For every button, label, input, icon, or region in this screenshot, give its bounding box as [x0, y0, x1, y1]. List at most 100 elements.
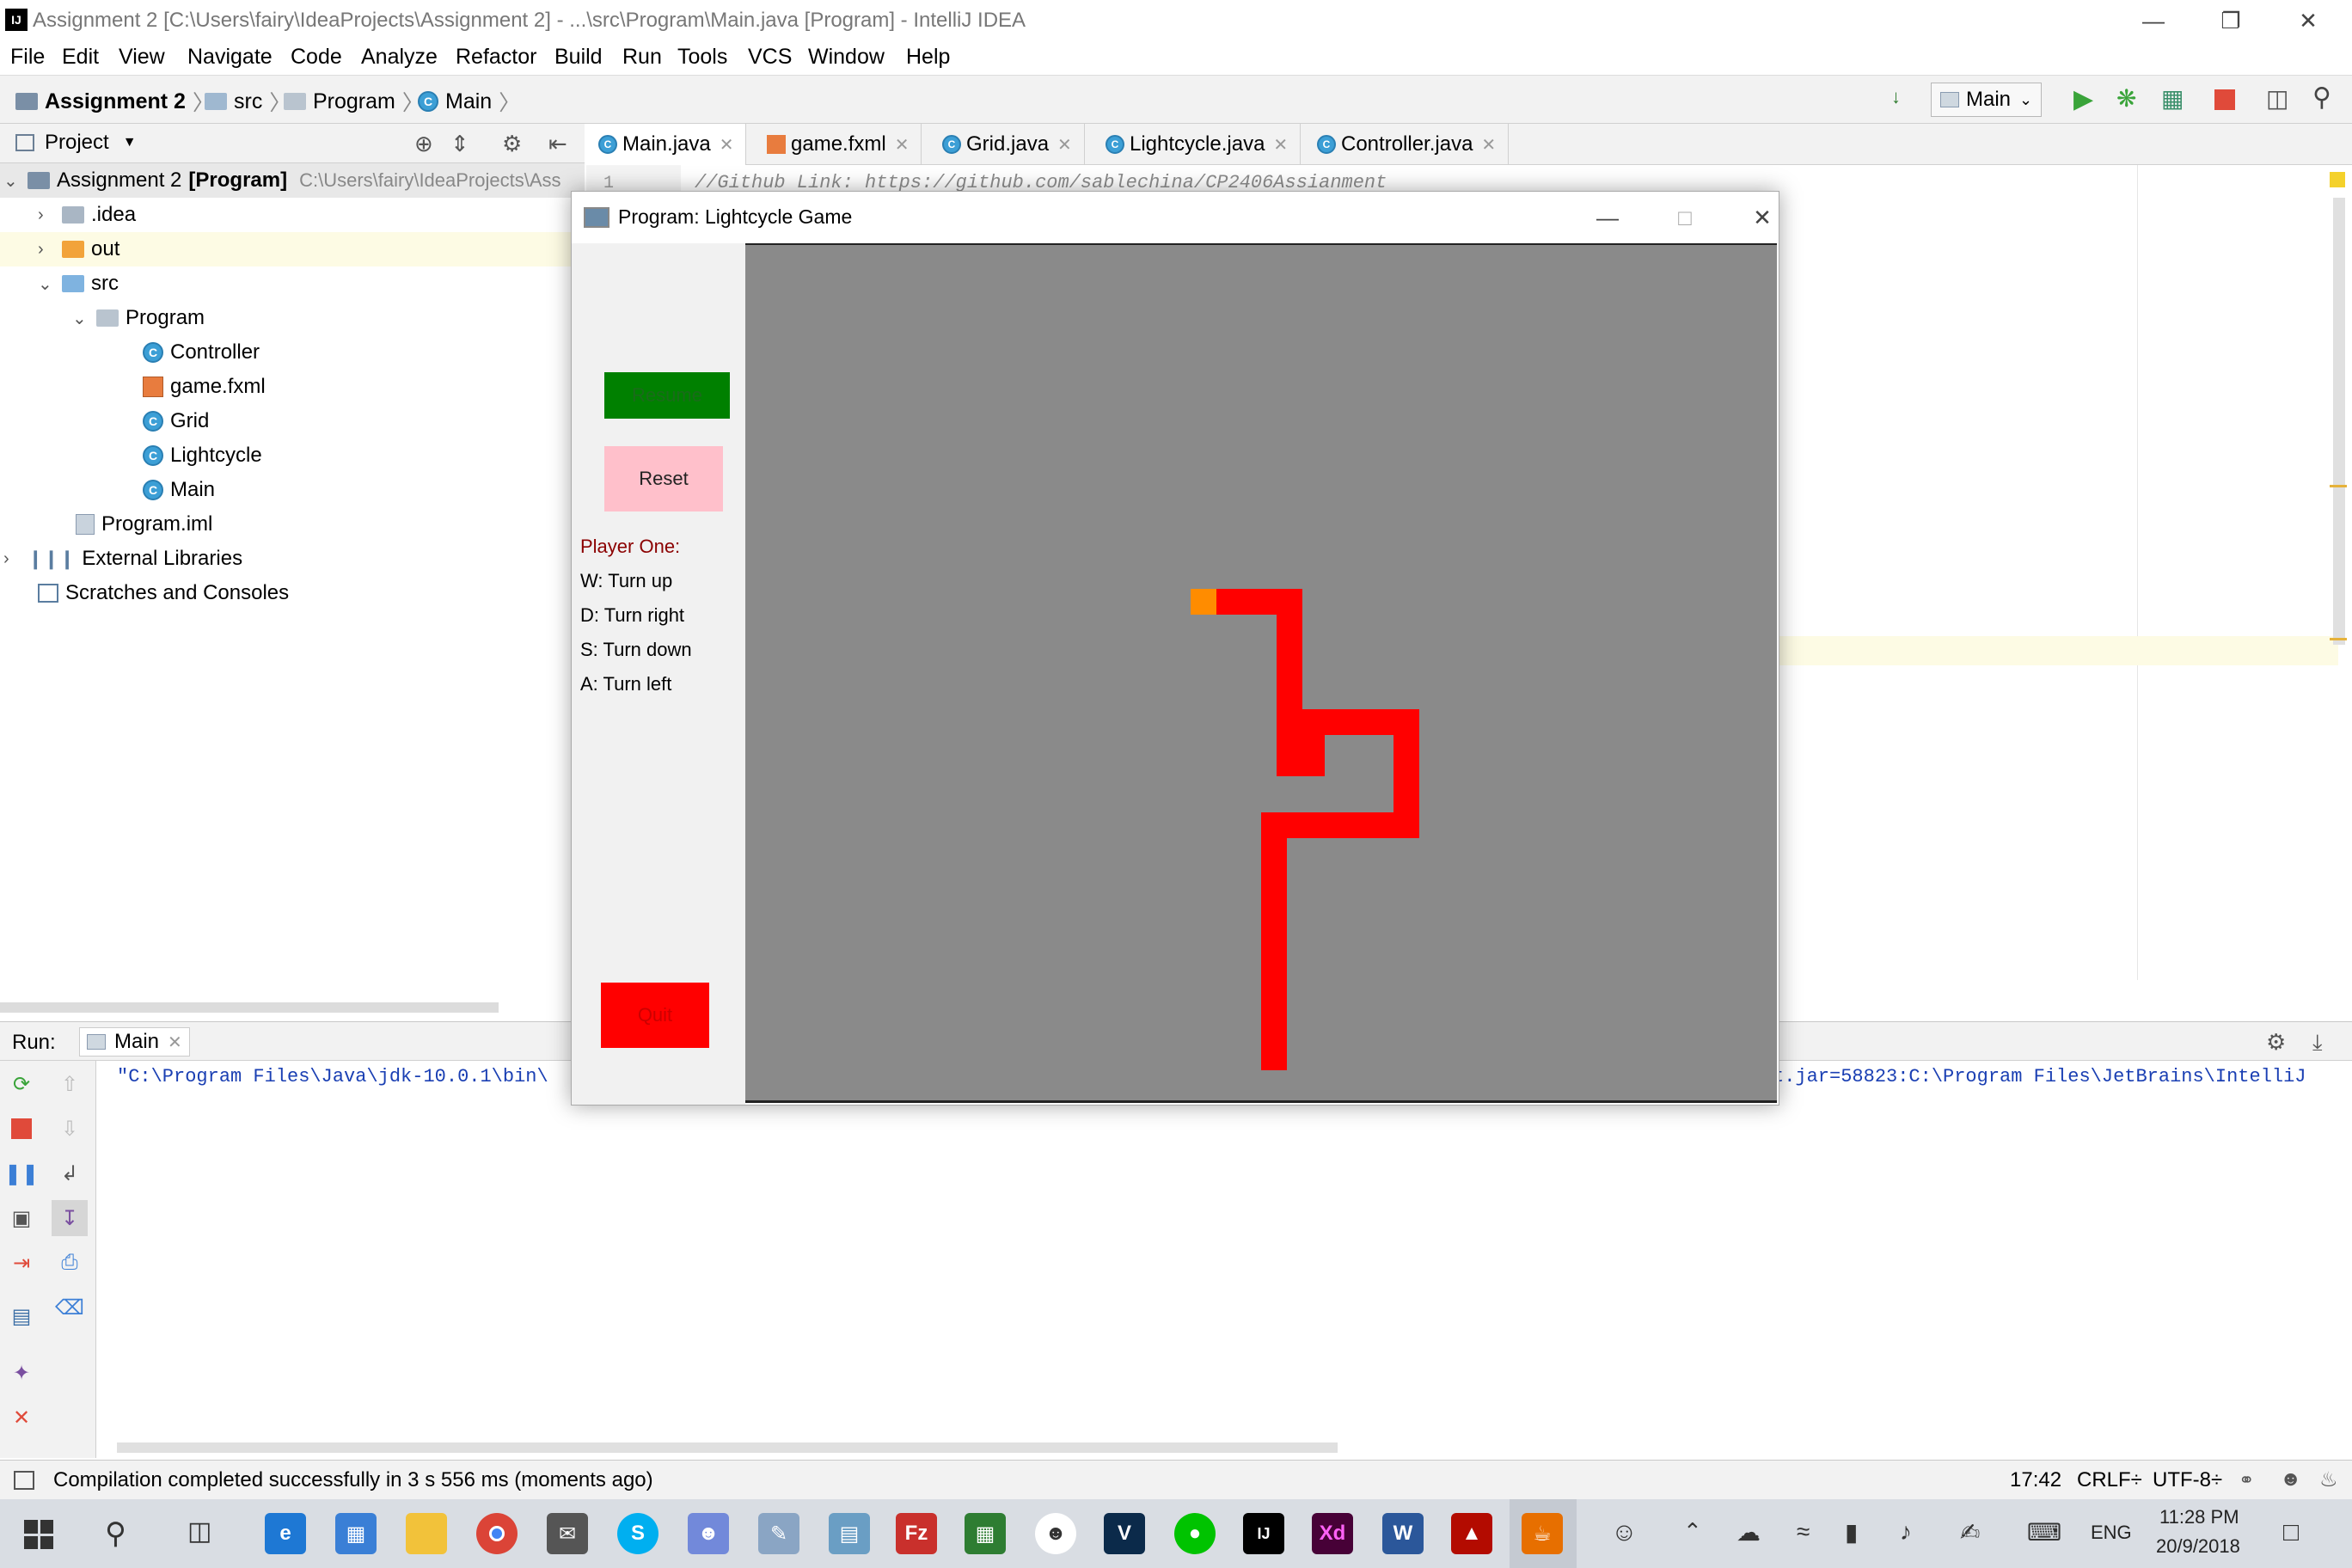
- mail-icon[interactable]: ✉: [547, 1513, 588, 1554]
- menu-analyze[interactable]: Analyze: [361, 45, 438, 70]
- language-indicator[interactable]: ENG: [2091, 1522, 2132, 1544]
- menu-help[interactable]: Help: [906, 45, 950, 70]
- vegas-icon[interactable]: V: [1104, 1513, 1145, 1554]
- intellij-icon[interactable]: IJ: [1243, 1513, 1284, 1554]
- menu-tools[interactable]: Tools: [677, 45, 727, 70]
- acrobat-icon[interactable]: ▲: [1451, 1513, 1492, 1554]
- minimize-icon[interactable]: —: [1577, 200, 1638, 235]
- game-canvas[interactable]: [745, 243, 1777, 1103]
- tree-item-program[interactable]: ⌄ Program: [72, 301, 205, 335]
- tree-item-scratches[interactable]: Scratches and Consoles: [38, 576, 289, 610]
- close-icon[interactable]: ✕: [9, 1405, 34, 1430]
- close-tab-icon[interactable]: ✕: [720, 134, 734, 156]
- tab-main-java[interactable]: C Main.java ✕: [586, 124, 747, 165]
- stop-icon[interactable]: [2214, 89, 2235, 110]
- discord-icon[interactable]: ☻: [688, 1513, 729, 1554]
- caret-position[interactable]: 17:42: [2010, 1468, 2061, 1492]
- project-view-selector[interactable]: Project ▼: [15, 131, 137, 155]
- close-tab-icon[interactable]: ✕: [1481, 134, 1496, 156]
- project-structure-icon[interactable]: ◫: [2266, 84, 2288, 113]
- debug-icon[interactable]: ❋: [2116, 84, 2136, 113]
- run-config-select[interactable]: Main ⌄: [1931, 83, 2043, 117]
- tree-item-main[interactable]: C Main: [143, 473, 215, 507]
- skype-icon[interactable]: S: [617, 1513, 658, 1554]
- people-icon[interactable]: ☺: [1611, 1518, 1638, 1547]
- search-icon[interactable]: ⚲: [2312, 83, 2331, 113]
- tab-game-fxml[interactable]: game.fxml ✕: [755, 124, 922, 165]
- toggle-tool-windows-icon[interactable]: [14, 1471, 34, 1490]
- print-icon[interactable]: ⎙: [57, 1250, 83, 1276]
- close-icon[interactable]: ✕: [1732, 200, 1792, 235]
- locate-icon[interactable]: ⊕: [414, 131, 433, 157]
- minimize-icon[interactable]: —: [2123, 3, 2184, 38]
- horizontal-scrollbar[interactable]: [117, 1442, 1338, 1453]
- scroll-to-end-icon[interactable]: ↧: [52, 1200, 88, 1236]
- up-arrow-icon[interactable]: ⇧: [57, 1071, 83, 1097]
- tree-item-game-fxml[interactable]: game.fxml: [143, 370, 266, 404]
- menu-build[interactable]: Build: [554, 45, 603, 70]
- gear-icon[interactable]: ⚙: [2266, 1029, 2286, 1056]
- notifications-icon[interactable]: ♨: [2319, 1467, 2338, 1492]
- menu-edit[interactable]: Edit: [62, 45, 99, 70]
- pin-icon[interactable]: ✦: [9, 1360, 34, 1386]
- adobe-xd-icon[interactable]: Xd: [1312, 1513, 1353, 1554]
- hide-panel-icon[interactable]: ⇤: [548, 131, 567, 157]
- layout-icon[interactable]: ▤: [9, 1303, 34, 1329]
- hide-panel-icon[interactable]: ⤓: [2312, 1029, 2323, 1057]
- warning-marker-icon[interactable]: [2330, 172, 2345, 187]
- search-icon[interactable]: ⚲: [105, 1516, 126, 1551]
- store-icon[interactable]: ▦: [335, 1513, 377, 1554]
- wifi-icon[interactable]: ≈: [1797, 1518, 1810, 1546]
- soft-wrap-icon[interactable]: ↲: [57, 1161, 83, 1186]
- exit-icon[interactable]: ⇥: [9, 1250, 34, 1276]
- rerun-icon[interactable]: ⟳: [9, 1071, 34, 1097]
- edge-icon[interactable]: e: [265, 1513, 306, 1554]
- inspector-icon[interactable]: ☻: [2280, 1467, 2301, 1491]
- grid-app-icon[interactable]: ▦: [965, 1513, 1006, 1554]
- show-hidden-icons-icon[interactable]: ⌃: [1683, 1518, 1702, 1545]
- tab-lightcycle-java[interactable]: C Lightcycle.java ✕: [1093, 124, 1302, 165]
- paint-icon[interactable]: ✎: [758, 1513, 799, 1554]
- onedrive-icon[interactable]: ☁: [1736, 1518, 1761, 1547]
- menu-view[interactable]: View: [119, 45, 165, 70]
- line-icon[interactable]: ●: [1174, 1513, 1216, 1554]
- camera-icon[interactable]: ▣: [9, 1205, 34, 1231]
- tree-item-program-iml[interactable]: Program.iml: [76, 507, 212, 542]
- menu-run[interactable]: Run: [622, 45, 662, 70]
- stop-icon[interactable]: [11, 1118, 32, 1139]
- java-icon[interactable]: ☕: [1522, 1513, 1563, 1554]
- editor-scrollbar[interactable]: [2333, 198, 2345, 645]
- menu-file[interactable]: File: [10, 45, 45, 70]
- menu-refactor[interactable]: Refactor: [456, 45, 536, 70]
- windows-start-icon[interactable]: [24, 1520, 53, 1549]
- horizontal-scrollbar[interactable]: [0, 1002, 499, 1013]
- clock-date[interactable]: 20/9/2018: [2156, 1535, 2240, 1558]
- status-message[interactable]: Compilation completed successfully in 3 …: [53, 1468, 653, 1492]
- collapse-all-icon[interactable]: ⇕: [450, 131, 469, 157]
- run-tab-main[interactable]: Main ✕: [79, 1027, 190, 1057]
- task-view-icon[interactable]: ◫: [187, 1516, 211, 1547]
- tree-item-grid[interactable]: C Grid: [143, 404, 209, 438]
- coverage-icon[interactable]: ▦: [2161, 84, 2184, 113]
- tree-item-src[interactable]: ⌄ src: [38, 266, 119, 301]
- restore-icon[interactable]: ❐: [2201, 3, 2261, 38]
- breadcrumb-src[interactable]: src 〉: [205, 86, 291, 117]
- file-encoding[interactable]: UTF-8÷: [2153, 1468, 2222, 1492]
- tree-item-out[interactable]: › out: [38, 232, 119, 266]
- run-icon[interactable]: ▶: [2073, 84, 2093, 114]
- battery-icon[interactable]: ▮: [1845, 1518, 1858, 1547]
- tree-item-project-root[interactable]: ⌄ Assignment 2 [Program] C:\Users\fairy\…: [3, 163, 561, 198]
- sort-icon[interactable]: ↓: [1891, 86, 1901, 108]
- line-separator[interactable]: CRLF÷: [2077, 1468, 2142, 1492]
- tree-item-idea[interactable]: › .idea: [38, 198, 136, 232]
- maximize-icon[interactable]: □: [1655, 200, 1715, 235]
- chrome-icon[interactable]: [476, 1513, 518, 1554]
- down-arrow-icon[interactable]: ⇩: [57, 1116, 83, 1142]
- file-explorer-icon[interactable]: [406, 1513, 447, 1554]
- quit-button[interactable]: Quit: [601, 983, 709, 1048]
- close-tab-icon[interactable]: ✕: [168, 1032, 182, 1053]
- resume-button[interactable]: Resume: [604, 372, 730, 419]
- pause-icon[interactable]: ❚❚: [4, 1161, 39, 1186]
- pen-icon[interactable]: ✍: [1960, 1518, 1980, 1547]
- action-center-icon[interactable]: □: [2283, 1518, 2299, 1547]
